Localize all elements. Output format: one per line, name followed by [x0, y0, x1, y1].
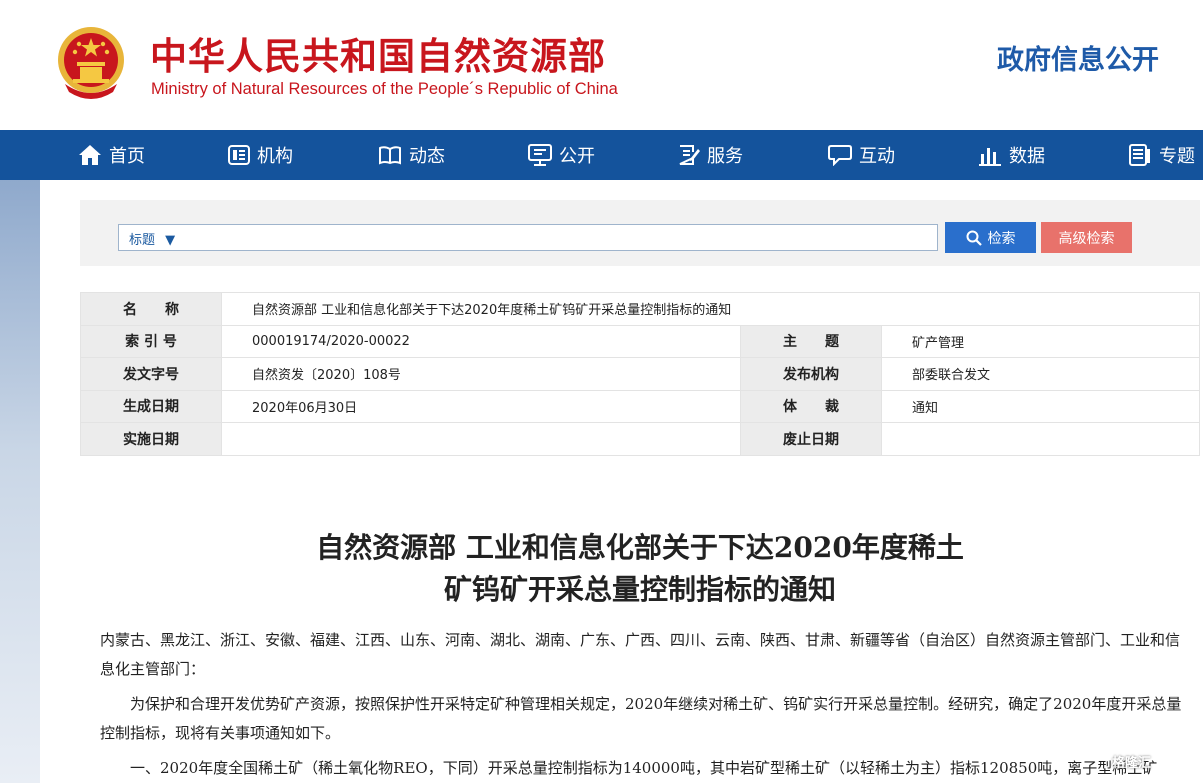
meta-value-effective-date: [221, 422, 741, 456]
topic-icon: [1129, 144, 1150, 166]
meta-value-doc-no: 自然资发〔2020〕108号: [221, 357, 741, 391]
main-nav: 首页 机构 动态 公开 服务 互动 数据 专题: [0, 130, 1203, 180]
advanced-search-button[interactable]: 高级检索: [1041, 222, 1132, 253]
chevron-down-icon: ▼: [165, 233, 176, 248]
article-paragraph: 为保护和合理开发优势矿产资源，按照保护性开采特定矿种管理相关规定，2020年继续…: [100, 695, 1182, 742]
search-input[interactable]: 标题 ▼: [118, 224, 938, 251]
search-icon: [966, 230, 982, 246]
meta-value-subject: 矿产管理: [881, 324, 1200, 358]
meta-key: 名 称: [80, 292, 222, 326]
meta-key: 实施日期: [80, 422, 222, 456]
nav-item-organization[interactable]: 机构: [228, 130, 293, 180]
nav-item-data[interactable]: 数据: [978, 130, 1045, 180]
article-title-line: 自然资源部 工业和信息化部关于下达2020年度稀土: [316, 531, 964, 564]
article-paragraph: 一、2020年度全国稀土矿（稀土氧化物REO，下同）开采总量控制指标为14000…: [130, 759, 1158, 777]
chat-icon: [828, 145, 852, 166]
table-row: 实施日期 废止日期: [80, 422, 1200, 456]
meta-value-name: 自然资源部 工业和信息化部关于下达2020年度稀土矿钨矿开采总量控制指标的通知: [221, 292, 1200, 326]
document-meta-table: 名 称 自然资源部 工业和信息化部关于下达2020年度稀土矿钨矿开采总量控制指标…: [80, 292, 1200, 456]
search-type-label: 标题: [129, 233, 156, 248]
table-row: 生成日期 2020年06月30日 体 裁 通知: [80, 389, 1200, 423]
site-header: 中华人民共和国自然资源部 Ministry of Natural Resourc…: [0, 0, 1203, 130]
section-title: 政府信息公开: [997, 45, 1159, 76]
nav-label: 首页: [109, 146, 145, 167]
side-background: [0, 180, 40, 783]
nav-label: 公开: [559, 146, 595, 167]
meta-key: 废止日期: [740, 422, 882, 456]
meta-value-genre: 通知: [881, 389, 1200, 423]
nav-item-home[interactable]: 首页: [78, 130, 145, 180]
meta-key: 索 引 号: [80, 324, 222, 358]
article-title: 自然资源部 工业和信息化部关于下达2020年度稀土 矿钨矿开采总量控制指标的通知: [60, 527, 1203, 611]
nav-item-interaction[interactable]: 互动: [828, 130, 895, 180]
meta-value-index: 000019174/2020-00022: [221, 324, 741, 358]
meta-key: 发布机构: [740, 357, 882, 391]
document-edit-icon: [679, 145, 700, 165]
nav-label: 数据: [1009, 146, 1045, 167]
nav-label: 服务: [707, 146, 743, 167]
nav-label: 动态: [409, 146, 445, 167]
search-button-label: 检索: [987, 230, 1016, 247]
watermark-text: 格隆汇: [1112, 756, 1152, 771]
site-title-english: Ministry of Natural Resources of the Peo…: [151, 80, 618, 98]
search-type-dropdown[interactable]: 标题 ▼: [129, 229, 175, 248]
organization-icon: [228, 145, 250, 165]
book-icon: [379, 146, 401, 165]
monitor-icon: [528, 144, 552, 166]
search-button[interactable]: 检索: [945, 222, 1036, 253]
article-recipients: 内蒙古、黑龙江、浙江、安徽、福建、江西、山东、河南、湖北、湖南、广东、广西、四川…: [100, 631, 1181, 678]
meta-key: 主 题: [740, 324, 882, 358]
meta-value-publisher: 部委联合发文: [881, 357, 1200, 391]
meta-value-expire-date: [881, 422, 1200, 456]
table-row: 名 称 自然资源部 工业和信息化部关于下达2020年度稀土矿钨矿开采总量控制指标…: [80, 292, 1200, 326]
site-title-chinese: 中华人民共和国自然资源部: [150, 35, 606, 78]
meta-key: 体 裁: [740, 389, 882, 423]
national-emblem-icon: [58, 27, 124, 99]
nav-item-topic[interactable]: 专题: [1128, 130, 1195, 180]
table-row: 索 引 号 000019174/2020-00022 主 题 矿产管理: [80, 324, 1200, 358]
nav-item-public[interactable]: 公开: [528, 130, 595, 180]
bar-chart-icon: [979, 148, 1001, 166]
meta-key: 生成日期: [80, 389, 222, 423]
nav-item-service[interactable]: 服务: [678, 130, 743, 180]
nav-label: 互动: [859, 146, 895, 167]
table-row: 发文字号 自然资发〔2020〕108号 发布机构 部委联合发文: [80, 357, 1200, 391]
meta-value-date: 2020年06月30日: [221, 389, 741, 423]
article-title-line: 矿钨矿开采总量控制指标的通知: [443, 573, 836, 606]
nav-item-news[interactable]: 动态: [378, 130, 445, 180]
nav-label: 机构: [257, 146, 293, 167]
nav-label: 专题: [1159, 146, 1195, 167]
meta-key: 发文字号: [80, 357, 222, 391]
home-icon: [79, 145, 101, 165]
